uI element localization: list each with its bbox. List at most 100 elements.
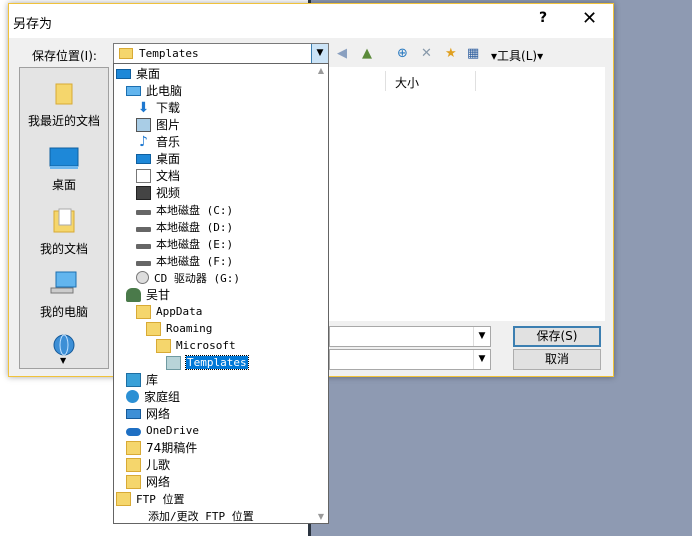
dropdown-item[interactable]: 桌面 xyxy=(136,150,180,167)
dropdown-item[interactable]: 库 xyxy=(126,371,158,388)
dropdown-item[interactable]: 吴甘 xyxy=(126,286,170,303)
cd-drive-icon xyxy=(136,271,149,284)
downloads-icon: ⬇ xyxy=(137,99,150,116)
dropdown-item-label: 网络 xyxy=(146,475,171,489)
dropdown-item[interactable]: 本地磁盘 (F:) xyxy=(136,252,233,269)
computer-icon xyxy=(50,271,77,294)
dropdown-item-label: AppData xyxy=(156,305,203,318)
folder-icon xyxy=(126,474,141,489)
dropdown-item[interactable]: AppData xyxy=(136,303,202,320)
dropdown-item[interactable]: Templates xyxy=(166,354,249,371)
dropdown-item-label: 添加/更改 FTP 位置 xyxy=(148,509,254,523)
onedrive-icon xyxy=(126,428,141,436)
folder-icon xyxy=(126,457,141,472)
save-in-value: Templates xyxy=(139,47,199,60)
dropdown-item[interactable]: CD 驱动器 (G:) xyxy=(136,269,240,286)
dropdown-item-label: 图片 xyxy=(156,118,181,132)
save-as-type-select[interactable]: ▼ xyxy=(329,349,491,370)
chevron-down-icon[interactable]: ▼ xyxy=(473,350,490,369)
dropdown-item[interactable]: ⬇ 下载 xyxy=(136,99,180,116)
dropdown-item[interactable]: 网络 xyxy=(126,473,170,490)
dropdown-item[interactable]: OneDrive xyxy=(126,422,199,439)
up-folder-icon[interactable]: ▲ xyxy=(362,45,372,63)
dropdown-item[interactable]: 文档 xyxy=(136,167,180,184)
videos-icon xyxy=(136,185,151,200)
dropdown-item[interactable]: 本地磁盘 (D:) xyxy=(136,218,233,235)
desktop-icon xyxy=(116,68,131,79)
place-label: 我的文档 xyxy=(39,242,88,256)
place-label: 我的电脑 xyxy=(39,305,88,319)
dropdown-item-label: 音乐 xyxy=(156,135,181,149)
dropdown-item[interactable]: 桌面 xyxy=(116,65,160,82)
column-header-size[interactable]: 大小 xyxy=(395,74,419,91)
folder-icon xyxy=(136,304,151,319)
dropdown-item-label: 本地磁盘 (F:) xyxy=(156,254,234,268)
dropdown-item-label: FTP 位置 xyxy=(136,492,185,506)
dropdown-item-label: 库 xyxy=(146,373,159,387)
column-divider[interactable] xyxy=(385,71,386,91)
pictures-icon xyxy=(136,117,151,132)
folder-icon xyxy=(126,440,141,455)
place-recent[interactable]: 我最近的文档 xyxy=(20,82,108,129)
documents-folder-icon xyxy=(53,208,75,233)
new-folder-icon[interactable]: ★ xyxy=(445,45,457,63)
column-divider[interactable] xyxy=(475,71,476,91)
back-icon[interactable]: ◀ xyxy=(337,45,347,63)
dropdown-item-label: 本地磁盘 (E:) xyxy=(156,237,234,251)
music-icon: ♪ xyxy=(139,133,148,150)
place-label: 桌面 xyxy=(51,178,76,192)
tools-menu[interactable]: ▾工具(L)▾ xyxy=(491,47,543,64)
homegroup-icon xyxy=(126,390,139,403)
scroll-down-icon[interactable]: ▼ xyxy=(318,512,324,521)
dropdown-item[interactable]: 本地磁盘 (C:) xyxy=(136,201,233,218)
folder-icon xyxy=(116,491,131,506)
tools-label: 工具(L) xyxy=(497,49,538,63)
chevron-down-icon: ▾ xyxy=(537,49,544,63)
views-icon[interactable]: ▦ xyxy=(467,45,479,63)
dropdown-item[interactable]: 儿歌 xyxy=(126,456,170,473)
dropdown-item[interactable]: ♪ 音乐 xyxy=(136,133,180,150)
dropdown-item[interactable]: 74期稿件 xyxy=(126,439,197,456)
help-button[interactable]: ? xyxy=(539,10,547,26)
dropdown-item[interactable]: Roaming xyxy=(146,320,212,337)
close-button[interactable]: ✕ xyxy=(582,8,597,29)
dropdown-item[interactable]: 此电脑 xyxy=(126,82,182,99)
folder-icon xyxy=(146,321,161,336)
save-in-combo[interactable]: Templates ▼ xyxy=(113,43,329,65)
desktop-icon xyxy=(49,147,79,169)
dropdown-item[interactable]: 添加/更改 FTP 位置 xyxy=(148,507,254,524)
dropdown-item-label: CD 驱动器 (G:) xyxy=(154,271,240,285)
file-name-input[interactable]: ▼ xyxy=(329,326,491,347)
recent-folder-icon xyxy=(55,83,73,105)
save-button[interactable]: 保存(S) xyxy=(513,326,601,347)
places-bar: 我最近的文档 桌面 我的文档 我的电脑 ▼ xyxy=(19,67,109,369)
search-web-icon[interactable]: ⊕ xyxy=(397,45,408,63)
dropdown-item-label: Templates xyxy=(185,355,249,370)
dropdown-item[interactable]: FTP 位置 xyxy=(116,490,185,507)
place-desktop[interactable]: 桌面 xyxy=(20,146,108,193)
dropdown-item-label: 本地磁盘 (D:) xyxy=(156,220,234,234)
dropdown-item-label: 74期稿件 xyxy=(146,441,198,455)
delete-icon[interactable]: ✕ xyxy=(421,45,432,63)
drive-icon xyxy=(136,243,151,249)
cancel-button[interactable]: 取消 xyxy=(513,349,601,370)
place-documents[interactable]: 我的文档 xyxy=(20,208,108,257)
chevron-down-icon[interactable]: ▼ xyxy=(473,327,490,346)
dropdown-item[interactable]: 家庭组 xyxy=(126,388,180,405)
scroll-up-icon[interactable]: ▲ xyxy=(318,66,324,75)
places-scroll-down-icon[interactable]: ▼ xyxy=(60,356,66,365)
dropdown-item-label: 本地磁盘 (C:) xyxy=(156,203,234,217)
dropdown-item[interactable]: 视频 xyxy=(136,184,180,201)
dropdown-item[interactable]: 图片 xyxy=(136,116,180,133)
dropdown-item-label: 文档 xyxy=(156,169,181,183)
dropdown-item[interactable]: Microsoft xyxy=(156,337,236,354)
dropdown-item[interactable]: 网络 xyxy=(126,405,170,422)
dropdown-item-label: 桌面 xyxy=(156,152,181,166)
dropdown-item[interactable]: 本地磁盘 (E:) xyxy=(136,235,233,252)
folder-icon xyxy=(156,338,171,353)
chevron-down-icon[interactable]: ▼ xyxy=(311,44,328,64)
dropdown-item-label: Microsoft xyxy=(176,339,236,352)
place-computer[interactable]: 我的电脑 xyxy=(20,271,108,320)
drive-icon xyxy=(136,209,151,215)
save-in-dropdown-list[interactable]: ▲ 桌面 此电脑 ⬇ 下载 图片 ♪ 音乐 桌面 文档 视频 本地磁盘 (C:) 本地磁盘 (D:) 本… xyxy=(113,63,329,524)
